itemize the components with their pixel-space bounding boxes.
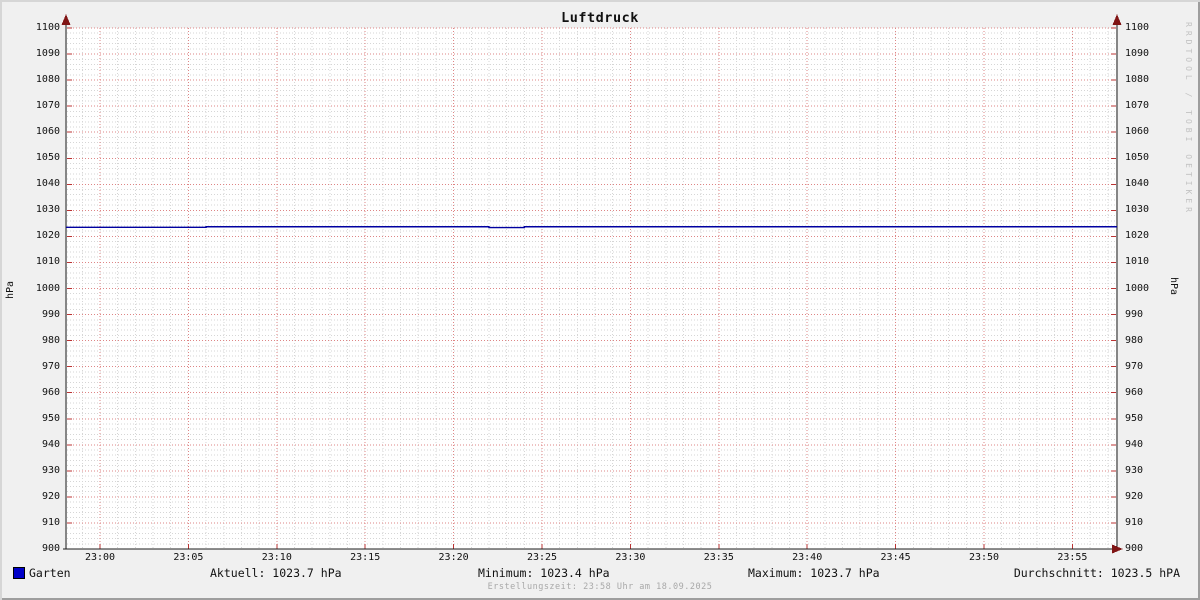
- x-axis-tick-label: 23:05: [173, 552, 204, 563]
- y-axis-tick-label-right: 970: [1125, 360, 1144, 372]
- x-axis-tick-label: 23:40: [792, 552, 823, 563]
- y-axis-tick-label-left: 960: [41, 386, 60, 398]
- stat-current: Aktuell: 1023.7 hPa: [210, 566, 342, 580]
- stat-minimum: Minimum: 1023.4 hPa: [478, 566, 610, 580]
- y-axis-tick-label-right: 1040: [1125, 178, 1150, 190]
- y-axis-tick-label-right: 1010: [1125, 256, 1150, 268]
- legend-swatch: [13, 567, 25, 579]
- stat-average: Durchschnitt: 1023.5 hPA: [1013, 566, 1180, 580]
- y-axis-tick-label-right: 1030: [1125, 204, 1150, 216]
- y-axis-tick-label-right: 900: [1125, 543, 1144, 554]
- rrdtool-graph: Luftdruck hPa hPa RRDTOOL / TOBI OETIKER…: [0, 0, 1200, 600]
- y-axis-tick-label-left: 1010: [35, 256, 60, 268]
- y-axis-tick-label-left: 940: [41, 438, 60, 450]
- y-axis-tick-label-right: 930: [1125, 464, 1144, 476]
- y-axis-tick-label-right: 990: [1125, 308, 1144, 320]
- y-axis-tick-label-left: 1030: [35, 204, 60, 216]
- y-axis-tick-label-right: 1070: [1125, 100, 1150, 112]
- stat-maximum: Maximum: 1023.7 hPa: [748, 566, 880, 580]
- y-axis-tick-label-left: 910: [41, 516, 60, 528]
- y-axis-tick-label-left: 1060: [35, 126, 60, 138]
- y-axis-tick-label-right: 940: [1125, 438, 1144, 450]
- y-axis-tick-label-left: 1080: [35, 74, 60, 86]
- y-axis-tick-label-right: 1100: [1125, 22, 1150, 33]
- creation-timestamp: Erstellungszeit: 23:58 Uhr am 18.09.2025: [487, 582, 713, 592]
- y-axis-tick-label-left: 1020: [35, 230, 60, 242]
- y-axis-tick-label-left: 1090: [35, 48, 60, 60]
- x-axis-tick-label: 23:30: [615, 552, 646, 563]
- y-axis-tick-label-right: 950: [1125, 412, 1144, 424]
- x-axis-tick-label: 23:50: [968, 552, 1000, 563]
- y-axis-tick-label-right: 1020: [1125, 230, 1150, 242]
- y-axis-tick-label-left: 1100: [35, 22, 60, 33]
- y-axis-tick-label-right: 910: [1125, 516, 1144, 528]
- chart-plot-area: [61, 14, 1123, 554]
- rrdtool-watermark: RRDTOOL / TOBI OETIKER: [1184, 22, 1193, 216]
- y-axis-tick-label-left: 1050: [35, 152, 60, 164]
- y-axis-tick-label-right: 1060: [1125, 126, 1150, 138]
- x-axis-tick-label: 23:15: [350, 552, 381, 563]
- y-axis-tick-label-left: 970: [41, 360, 60, 372]
- y-axis-tick-label-left: 950: [41, 412, 60, 424]
- x-axis-tick-label: 23:45: [880, 552, 911, 563]
- y-axis-tick-label-left: 990: [41, 308, 60, 320]
- y-axis-tick-label-right: 1090: [1125, 48, 1150, 60]
- y-axis-tick-label-left: 1000: [35, 282, 60, 294]
- y-axis-tick-label-right: 1050: [1125, 152, 1150, 164]
- x-axis-tick-label: 23:10: [261, 552, 292, 563]
- y-axis-tick-label-right: 920: [1125, 490, 1144, 502]
- x-axis-tick-label: 23:55: [1057, 552, 1088, 563]
- y-axis-tick-label-left: 980: [41, 334, 60, 346]
- x-axis-tick-label: 23:20: [438, 552, 469, 563]
- y-axis-tick-label-right: 960: [1125, 386, 1144, 398]
- y-axis-tick-label-left: 930: [41, 464, 60, 476]
- y-axis-tick-label-right: 1000: [1125, 282, 1150, 294]
- y-axis-tick-label-left: 1040: [35, 178, 60, 190]
- chart-title: Luftdruck: [561, 10, 639, 26]
- x-axis-tick-label: 23:00: [84, 552, 116, 563]
- y-axis-tick-label-right: 1080: [1125, 74, 1150, 86]
- y-axis-tick-label-left: 1070: [35, 100, 60, 112]
- x-axis-tick-label: 23:25: [526, 552, 558, 563]
- y-axis-tick-label-right: 980: [1125, 334, 1144, 346]
- y-axis-tick-label-left: 920: [41, 490, 60, 502]
- legend-series-label: Garten: [29, 566, 71, 580]
- x-axis-tick-label: 23:35: [703, 552, 734, 563]
- y-axis-tick-label-left: 900: [41, 543, 60, 554]
